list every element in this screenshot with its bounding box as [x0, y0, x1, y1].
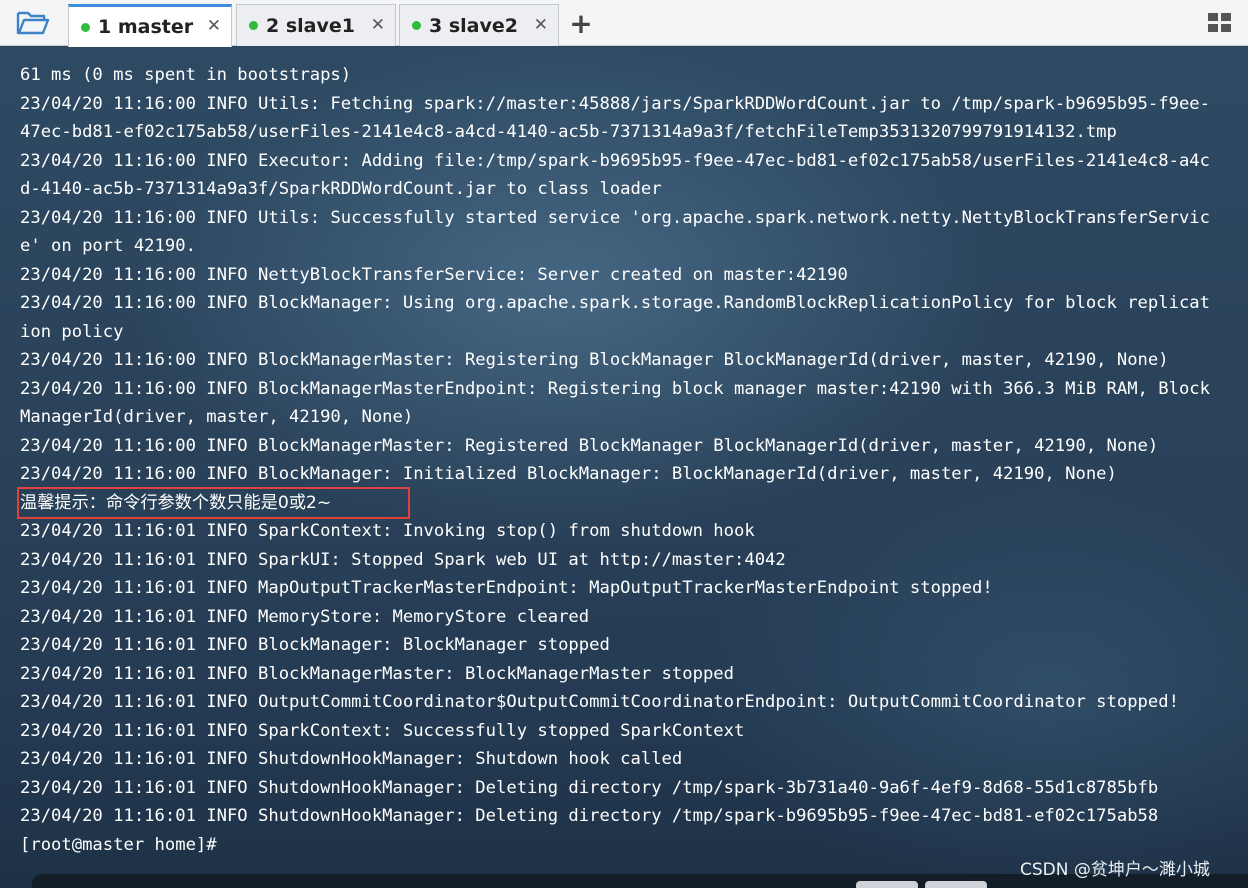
terminal-line: 23/04/20 11:16:01 INFO SparkContext: Suc… — [20, 720, 745, 741]
terminal-line: 47ec-bd81-ef02c175ab58/userFiles-2141e4c… — [20, 122, 1117, 142]
tab-label: 2 slave1 — [266, 14, 355, 37]
terminal-line: 23/04/20 11:16:00 INFO BlockManagerMaste… — [20, 350, 1169, 370]
close-tab-icon[interactable]: ✕ — [207, 16, 221, 36]
connected-status-icon — [412, 21, 421, 30]
close-tab-icon[interactable]: ✕ — [534, 15, 548, 35]
terminal-line: 23/04/20 11:16:01 INFO BlockManagerMaste… — [20, 663, 734, 684]
terminal-line: 23/04/20 11:16:01 INFO ShutdownHookManag… — [20, 749, 683, 769]
folder-open-icon — [16, 11, 50, 35]
terminal-line: 23/04/20 11:16:01 INFO OutputCommitCoord… — [20, 692, 1179, 712]
terminal-line: 23/04/20 11:16:00 INFO Executor: Adding … — [20, 150, 1210, 171]
terminal-line: 23/04/20 11:16:01 INFO MemoryStore: Memo… — [20, 606, 590, 627]
terminal-line: e' on port 42190. — [20, 236, 196, 256]
terminal-line: 23/04/20 11:16:01 INFO SparkContext: Inv… — [20, 521, 755, 541]
terminal-output[interactable]: 61 ms (0 ms spent in bootstraps) 23/04/20… — [0, 47, 1248, 888]
open-session-button[interactable] — [8, 6, 58, 40]
terminal-line: 23/04/20 11:16:00 INFO BlockManagerMaste… — [20, 435, 1159, 456]
terminal-line: 23/04/20 11:16:00 INFO Utils: Fetching s… — [20, 93, 1210, 114]
layout-button[interactable] — [1207, 12, 1233, 34]
terminal-line: 23/04/20 11:16:01 INFO SparkUI: Stopped … — [20, 549, 786, 570]
grid-layout-icon — [1208, 13, 1231, 32]
terminal-line: 23/04/20 11:16:01 INFO ShutdownHookManag… — [20, 777, 1159, 798]
connected-status-icon — [249, 21, 258, 30]
terminal-line: 23/04/20 11:16:00 INFO Utils: Successful… — [20, 207, 1210, 228]
watermark-text: CSDN @贫坤户～濉小城 — [1020, 860, 1210, 880]
bottom-panel-button[interactable] — [925, 881, 987, 888]
bottom-panel-button[interactable] — [856, 881, 918, 888]
tab-bar: 1 master ✕ 2 slave1 ✕ 3 slave2 ✕ + — [0, 0, 1248, 47]
connected-status-icon — [81, 22, 90, 32]
tab-slave2[interactable]: 3 slave2 ✕ — [399, 4, 559, 46]
highlight-annotation-box — [17, 487, 410, 519]
close-tab-icon[interactable]: ✕ — [371, 15, 385, 35]
terminal-line: 23/04/20 11:16:00 INFO BlockManager: Ini… — [20, 464, 1117, 484]
terminal-line: 23/04/20 11:16:00 INFO BlockManagerMaste… — [20, 378, 1210, 399]
tab-slave1[interactable]: 2 slave1 ✕ — [236, 4, 396, 46]
terminal-line: 61 ms (0 ms spent in bootstraps) — [20, 65, 352, 85]
terminal-line: ion policy — [20, 321, 124, 342]
terminal-lines: 61 ms (0 ms spent in bootstraps) 23/04/20… — [20, 61, 1234, 859]
tab-label: 1 master — [98, 16, 194, 38]
terminal-line: 23/04/20 11:16:00 INFO NettyBlockTransfe… — [20, 264, 848, 285]
terminal-line: ManagerId(driver, master, 42190, None) — [20, 407, 414, 427]
terminal-line: d-4140-ac5b-7371314a9a3f/SparkRDDWordCou… — [20, 179, 662, 199]
terminal-line: 23/04/20 11:16:01 INFO MapOutputTrackerM… — [20, 578, 993, 598]
tab-master[interactable]: 1 master ✕ — [68, 4, 232, 47]
terminal-line: 23/04/20 11:16:01 INFO ShutdownHookManag… — [20, 806, 1159, 826]
tab-label: 3 slave2 — [429, 14, 518, 37]
terminal-line: 23/04/20 11:16:01 INFO BlockManager: Blo… — [20, 635, 610, 655]
terminal-line: 23/04/20 11:16:00 INFO BlockManager: Usi… — [20, 293, 1210, 313]
add-tab-button[interactable]: + — [566, 6, 596, 40]
